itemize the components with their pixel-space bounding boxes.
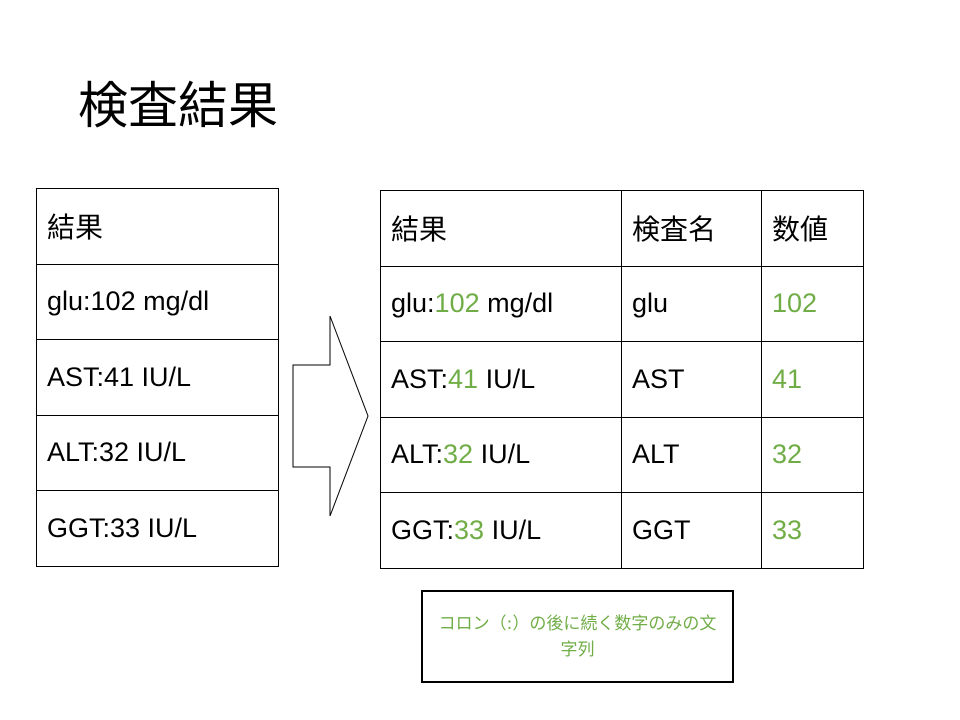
table-row: GGT:33 IU/L [36, 490, 279, 567]
result-unit: IU/L [473, 439, 531, 470]
value-cell: 32 [761, 416, 864, 493]
column-header-result: 結果 [380, 190, 622, 267]
column-header-test-name: 検査名 [621, 190, 762, 267]
table-row: ALT:32 IU/L [36, 414, 279, 491]
value-cell: 33 [761, 492, 864, 569]
table-row: AST:41 IU/L [36, 339, 279, 416]
table-row: GGT:33 IU/L GGT 33 [380, 492, 864, 569]
test-name-cell: AST [621, 341, 762, 418]
result-value-highlight: 41 [448, 363, 479, 394]
table-row: ALT:32 IU/L ALT 32 [380, 416, 864, 493]
column-header-result: 結果 [36, 188, 279, 265]
table-row: AST:41 IU/L AST 41 [380, 341, 864, 418]
source-results-table: 結果 glu:102 mg/dl AST:41 IU/L ALT:32 IU/L… [36, 188, 279, 567]
result-unit: IU/L [478, 363, 536, 394]
value-cell: 102 [761, 265, 864, 342]
table-header-row: 結果 [36, 188, 279, 265]
result-unit: IU/L [484, 514, 542, 545]
right-arrow-icon [292, 315, 369, 517]
result-prefix: AST: [391, 363, 449, 394]
table-row: glu:102 mg/dl glu 102 [380, 265, 864, 342]
result-cell: GGT:33 IU/L [36, 490, 279, 567]
result-cell: glu:102 mg/dl [380, 265, 622, 342]
table-header-row: 結果 検査名 数値 [380, 190, 864, 267]
result-value-highlight: 102 [434, 288, 480, 319]
result-value-highlight: 32 [443, 439, 474, 470]
result-prefix: ALT: [391, 439, 444, 470]
result-value-highlight: 33 [454, 514, 485, 545]
column-header-value: 数値 [761, 190, 864, 267]
test-name-cell: GGT [621, 492, 762, 569]
result-cell: GGT:33 IU/L [380, 492, 622, 569]
value-cell: 41 [761, 341, 864, 418]
result-cell: ALT:32 IU/L [380, 416, 622, 493]
extracted-results-table: 結果 検査名 数値 glu:102 mg/dl glu 102 AST:41 I… [380, 190, 864, 569]
result-cell: ALT:32 IU/L [36, 414, 279, 491]
page-title: 検査結果 [78, 77, 278, 135]
result-cell: glu:102 mg/dl [36, 263, 279, 340]
result-cell: AST:41 IU/L [380, 341, 622, 418]
test-name-cell: ALT [621, 416, 762, 493]
note-text: コロン（:）の後に続く数字のみの文字列 [438, 613, 717, 660]
result-prefix: GGT: [391, 514, 455, 545]
result-unit: mg/dl [479, 288, 554, 319]
result-cell: AST:41 IU/L [36, 339, 279, 416]
table-row: glu:102 mg/dl [36, 263, 279, 340]
result-prefix: glu: [391, 288, 435, 319]
test-name-cell: glu [621, 265, 762, 342]
explanation-note: コロン（:）の後に続く数字のみの文字列 [421, 590, 734, 683]
